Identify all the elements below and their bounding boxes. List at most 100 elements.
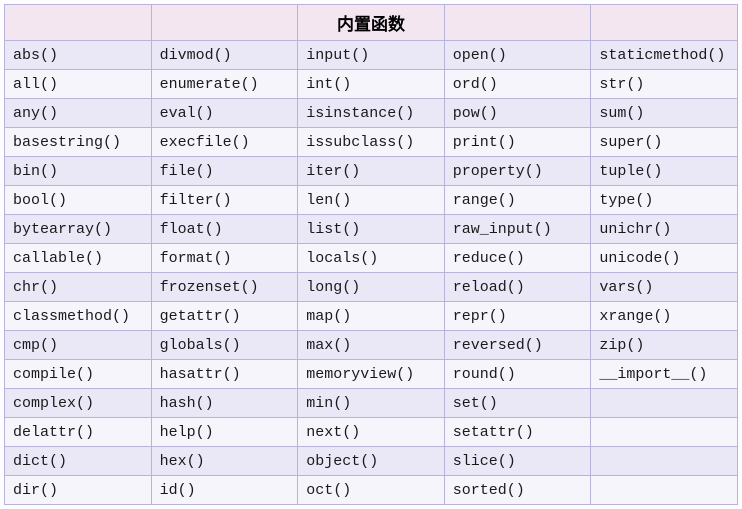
function-cell: dict() — [5, 447, 152, 476]
function-cell: float() — [151, 215, 298, 244]
table-row: delattr()help()next()setattr() — [5, 418, 738, 447]
function-cell: bool() — [5, 186, 152, 215]
builtin-functions-table: 内置函数 abs()divmod()input()open()staticmet… — [4, 4, 738, 505]
function-cell: object() — [298, 447, 445, 476]
table-row: callable()format()locals()reduce()unicod… — [5, 244, 738, 273]
function-cell: print() — [444, 128, 591, 157]
function-cell: help() — [151, 418, 298, 447]
function-cell: zip() — [591, 331, 738, 360]
function-cell: list() — [298, 215, 445, 244]
function-cell: str() — [591, 70, 738, 99]
function-cell: abs() — [5, 41, 152, 70]
function-cell: vars() — [591, 273, 738, 302]
function-cell: hash() — [151, 389, 298, 418]
function-cell: next() — [298, 418, 445, 447]
function-cell: map() — [298, 302, 445, 331]
function-cell: id() — [151, 476, 298, 505]
function-cell: enumerate() — [151, 70, 298, 99]
function-cell — [591, 447, 738, 476]
function-cell: memoryview() — [298, 360, 445, 389]
function-cell: setattr() — [444, 418, 591, 447]
table-row: dir()id()oct()sorted() — [5, 476, 738, 505]
function-cell: format() — [151, 244, 298, 273]
function-cell: __import__() — [591, 360, 738, 389]
function-cell: property() — [444, 157, 591, 186]
function-cell: basestring() — [5, 128, 152, 157]
function-cell: oct() — [298, 476, 445, 505]
table-row: all()enumerate()int()ord()str() — [5, 70, 738, 99]
function-cell: any() — [5, 99, 152, 128]
function-cell: chr() — [5, 273, 152, 302]
function-cell: slice() — [444, 447, 591, 476]
function-cell — [591, 418, 738, 447]
function-cell: unichr() — [591, 215, 738, 244]
function-cell: hex() — [151, 447, 298, 476]
function-cell: complex() — [5, 389, 152, 418]
table-row: dict()hex()object()slice() — [5, 447, 738, 476]
function-cell: hasattr() — [151, 360, 298, 389]
function-cell: staticmethod() — [591, 41, 738, 70]
function-cell: cmp() — [5, 331, 152, 360]
function-cell: unicode() — [591, 244, 738, 273]
function-cell: callable() — [5, 244, 152, 273]
function-cell: super() — [591, 128, 738, 157]
function-cell: max() — [298, 331, 445, 360]
function-cell: int() — [298, 70, 445, 99]
function-cell: compile() — [5, 360, 152, 389]
function-cell: reload() — [444, 273, 591, 302]
function-cell: getattr() — [151, 302, 298, 331]
function-cell: bin() — [5, 157, 152, 186]
table-row: bin()file()iter()property()tuple() — [5, 157, 738, 186]
function-cell: input() — [298, 41, 445, 70]
header-cell-title: 内置函数 — [298, 5, 445, 41]
function-cell: tuple() — [591, 157, 738, 186]
function-cell: sorted() — [444, 476, 591, 505]
function-cell: iter() — [298, 157, 445, 186]
function-cell: filter() — [151, 186, 298, 215]
function-cell: set() — [444, 389, 591, 418]
header-cell — [591, 5, 738, 41]
function-cell: file() — [151, 157, 298, 186]
function-cell: xrange() — [591, 302, 738, 331]
function-cell: globals() — [151, 331, 298, 360]
function-cell: divmod() — [151, 41, 298, 70]
function-cell: long() — [298, 273, 445, 302]
function-cell: sum() — [591, 99, 738, 128]
function-cell: eval() — [151, 99, 298, 128]
table-body: abs()divmod()input()open()staticmethod()… — [5, 41, 738, 505]
header-cell — [5, 5, 152, 41]
function-cell: isinstance() — [298, 99, 445, 128]
table-row: bool()filter()len()range()type() — [5, 186, 738, 215]
table-row: cmp()globals()max()reversed()zip() — [5, 331, 738, 360]
function-cell — [591, 476, 738, 505]
function-cell: ord() — [444, 70, 591, 99]
function-cell: classmethod() — [5, 302, 152, 331]
table-row: basestring()execfile()issubclass()print(… — [5, 128, 738, 157]
function-cell: open() — [444, 41, 591, 70]
function-cell: range() — [444, 186, 591, 215]
function-cell: issubclass() — [298, 128, 445, 157]
function-cell: delattr() — [5, 418, 152, 447]
function-cell: min() — [298, 389, 445, 418]
function-cell: reduce() — [444, 244, 591, 273]
header-cell — [151, 5, 298, 41]
function-cell: all() — [5, 70, 152, 99]
table-row: bytearray()float()list()raw_input()unich… — [5, 215, 738, 244]
function-cell: repr() — [444, 302, 591, 331]
table-header-row: 内置函数 — [5, 5, 738, 41]
table-row: compile()hasattr()memoryview()round()__i… — [5, 360, 738, 389]
function-cell: execfile() — [151, 128, 298, 157]
function-cell: pow() — [444, 99, 591, 128]
table-row: classmethod()getattr()map()repr()xrange(… — [5, 302, 738, 331]
function-cell — [591, 389, 738, 418]
table-row: chr()frozenset()long()reload()vars() — [5, 273, 738, 302]
header-cell — [444, 5, 591, 41]
function-cell: locals() — [298, 244, 445, 273]
function-cell: raw_input() — [444, 215, 591, 244]
function-cell: type() — [591, 186, 738, 215]
table-row: abs()divmod()input()open()staticmethod() — [5, 41, 738, 70]
function-cell: round() — [444, 360, 591, 389]
function-cell: bytearray() — [5, 215, 152, 244]
function-cell: frozenset() — [151, 273, 298, 302]
function-cell: dir() — [5, 476, 152, 505]
